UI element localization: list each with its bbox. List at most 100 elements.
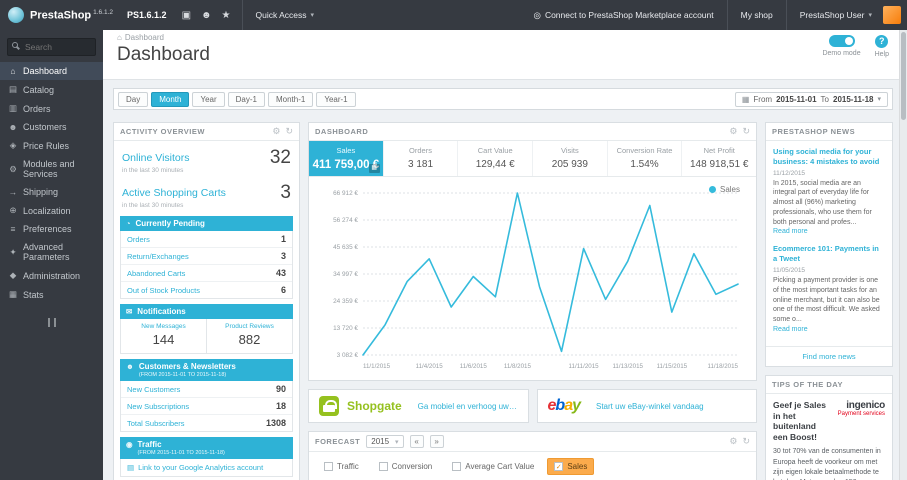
- breadcrumb[interactable]: ⌂ Dashboard: [117, 33, 893, 42]
- sidebar-item-advanced-parameters[interactable]: ✦ Advanced Parameters: [0, 238, 103, 266]
- refresh-icon[interactable]: ↻: [742, 126, 750, 137]
- range-button-month[interactable]: Month: [151, 91, 190, 107]
- home-icon: ⌂: [117, 33, 122, 42]
- sidebar-item-label: Advanced Parameters: [23, 242, 70, 262]
- sidebar-item-stats[interactable]: ▦ Stats: [0, 285, 103, 304]
- row-label: New Subscriptions: [127, 401, 190, 411]
- sidebar-item-orders[interactable]: ▥ Orders: [0, 99, 103, 118]
- range-button-day-1[interactable]: Day-1: [227, 91, 265, 107]
- cell-value: 144: [152, 332, 175, 347]
- news-item-title[interactable]: Using social media for your business: 4 …: [773, 147, 885, 167]
- chevron-down-icon: ▾: [868, 12, 872, 19]
- user-menu[interactable]: PrestaShop User ▾: [793, 10, 879, 20]
- stats-icon: ▦: [8, 289, 18, 299]
- prestashop-logo-icon[interactable]: [8, 7, 24, 23]
- sidebar-item-modules[interactable]: ⚙ Modules and Services: [0, 155, 103, 183]
- range-button-year-1[interactable]: Year-1: [316, 91, 356, 107]
- date-from-value: 2015-11-01: [776, 94, 817, 104]
- quick-access-menu[interactable]: Quick Access ▾: [249, 10, 322, 20]
- forecast-toggle-traffic[interactable]: Traffic: [317, 458, 366, 475]
- kpi-cart-value[interactable]: Cart Value 129,44 €: [458, 141, 534, 176]
- shopgate-logo-icon: [319, 396, 339, 416]
- gear-icon[interactable]: ⚙: [729, 126, 737, 137]
- range-button-day[interactable]: Day: [118, 91, 149, 107]
- customers-row-new-customers[interactable]: New Customers 90: [121, 381, 292, 398]
- pending-row-abandoned-carts[interactable]: Abandoned Carts 43: [121, 265, 292, 282]
- marketplace-connect-link[interactable]: ◎ Connect to PrestaShop Marketplace acco…: [527, 10, 721, 21]
- year-select[interactable]: 2015 ▾: [366, 435, 404, 448]
- tips-panel-title: TIPS OF THE DAY: [772, 379, 843, 389]
- quick-access-label: Quick Access: [255, 10, 307, 20]
- sidebar-item-customers[interactable]: ☻ Customers: [0, 118, 103, 136]
- refresh-icon[interactable]: ↻: [742, 436, 750, 447]
- news-item-title[interactable]: Ecommerce 101: Payments in a Tweet: [773, 244, 885, 264]
- search-input[interactable]: [7, 38, 96, 56]
- chip-label: Average Cart Value: [465, 462, 535, 471]
- find-more-news-link[interactable]: Find more news: [766, 345, 892, 366]
- product-reviews-cell[interactable]: Product Reviews 882: [206, 319, 292, 353]
- online-visitors-caption: in the last 30 minutes: [122, 167, 184, 174]
- gear-icon[interactable]: ⚙: [729, 436, 737, 447]
- range-button-year[interactable]: Year: [192, 91, 225, 107]
- forecast-toggle-sales[interactable]: ✓ Sales: [547, 458, 595, 475]
- pending-row-orders[interactable]: Orders 1: [121, 231, 292, 248]
- prev-year-button[interactable]: «: [409, 435, 424, 448]
- active-carts-metric[interactable]: Active Shopping Carts 3 in the last 30 m…: [114, 176, 299, 211]
- cart-icon[interactable]: ▣: [177, 10, 196, 21]
- tips-panel-header: TIPS OF THE DAY: [766, 376, 892, 394]
- sidebar-collapse-handle[interactable]: [47, 318, 56, 327]
- refresh-icon[interactable]: ↻: [285, 126, 293, 137]
- news-item-excerpt: Picking a payment provider is one of the…: [773, 276, 880, 324]
- chevron-down-icon: ▾: [310, 12, 315, 19]
- gear-icon[interactable]: ⚙: [272, 126, 280, 137]
- dashboard-icon: ⌂: [10, 66, 16, 76]
- orders-icon: ▥: [8, 103, 18, 113]
- forecast-toggle-average-cart-value[interactable]: Average Cart Value: [445, 458, 541, 475]
- pending-row-out-of-stock[interactable]: Out of Stock Products 6: [121, 282, 292, 298]
- clock-icon: ◔: [126, 219, 131, 228]
- help-icon[interactable]: ?: [875, 35, 889, 48]
- sidebar-item-label: Catalog: [23, 84, 55, 95]
- scrollbar[interactable]: [899, 30, 907, 480]
- kpi-net-profit[interactable]: Net Profit 148 918,51 €: [682, 141, 756, 176]
- sidebar-item-catalog[interactable]: ▤ Catalog: [0, 80, 103, 99]
- google-analytics-link[interactable]: ▤ Link to your Google Analytics account: [120, 459, 293, 477]
- read-more-link[interactable]: Read more: [773, 326, 885, 333]
- my-shop-link[interactable]: My shop: [734, 10, 780, 20]
- checkbox-icon: [452, 462, 462, 471]
- sidebar-item-preferences[interactable]: ≡ Preferences: [0, 220, 103, 238]
- online-visitors-metric[interactable]: Online Visitors 32 in the last 30 minute…: [114, 141, 299, 176]
- kpi-detail-icon[interactable]: ▦: [368, 164, 380, 173]
- shopgate-link[interactable]: Ga mobiel en verhoog uw omzet: [418, 402, 518, 411]
- kpi-sales[interactable]: Sales 411 759,00 € ▦: [309, 141, 384, 176]
- sidebar-item-shipping[interactable]: → Shipping: [0, 183, 103, 201]
- demo-mode-toggle[interactable]: [828, 35, 855, 47]
- row-value: 1308: [265, 418, 286, 428]
- pending-row-returns[interactable]: Return/Exchanges 3: [121, 248, 292, 265]
- sidebar-item-dashboard[interactable]: ⌂ Dashboard: [0, 62, 103, 80]
- profile-icon[interactable]: ☻: [196, 10, 217, 21]
- sidebar-item-label: Localization: [23, 205, 71, 216]
- kpi-conversion-rate[interactable]: Conversion Rate 1.54%: [608, 141, 683, 176]
- shop-name[interactable]: PS1.6.1.2: [127, 10, 167, 20]
- sidebar-item-price-rules[interactable]: ◈ Price Rules: [0, 136, 103, 155]
- customers-row-new-subscriptions[interactable]: New Subscriptions 18: [121, 398, 292, 415]
- customers-row-total-subscribers[interactable]: Total Subscribers 1308: [121, 415, 292, 431]
- read-more-link[interactable]: Read more: [773, 228, 885, 235]
- new-messages-cell[interactable]: New Messages 144: [121, 319, 206, 353]
- trophy-icon[interactable]: ★: [217, 10, 236, 21]
- news-item-date: 11/05/2015: [773, 266, 806, 274]
- sidebar-item-administration[interactable]: ◆ Administration: [0, 266, 103, 285]
- news-column: PRESTASHOP NEWS Using social media for y…: [765, 122, 893, 480]
- kpi-orders[interactable]: Orders 3 181: [384, 141, 459, 176]
- next-year-button[interactable]: »: [429, 435, 444, 448]
- scrollbar-thumb[interactable]: [901, 32, 906, 120]
- date-range-picker[interactable]: ▦ From 2015-11-01 To 2015-11-18 ▾: [734, 91, 888, 107]
- notifications-title: Notifications: [137, 307, 186, 316]
- range-button-month-1[interactable]: Month-1: [267, 91, 314, 107]
- forecast-toggle-conversion[interactable]: Conversion: [372, 458, 439, 475]
- ebay-link[interactable]: Start uw eBay-winkel vandaag: [596, 402, 704, 411]
- sidebar-item-localization[interactable]: ⊕ Localization: [0, 201, 103, 220]
- avatar[interactable]: [883, 6, 901, 24]
- kpi-visits[interactable]: Visits 205 939: [533, 141, 608, 176]
